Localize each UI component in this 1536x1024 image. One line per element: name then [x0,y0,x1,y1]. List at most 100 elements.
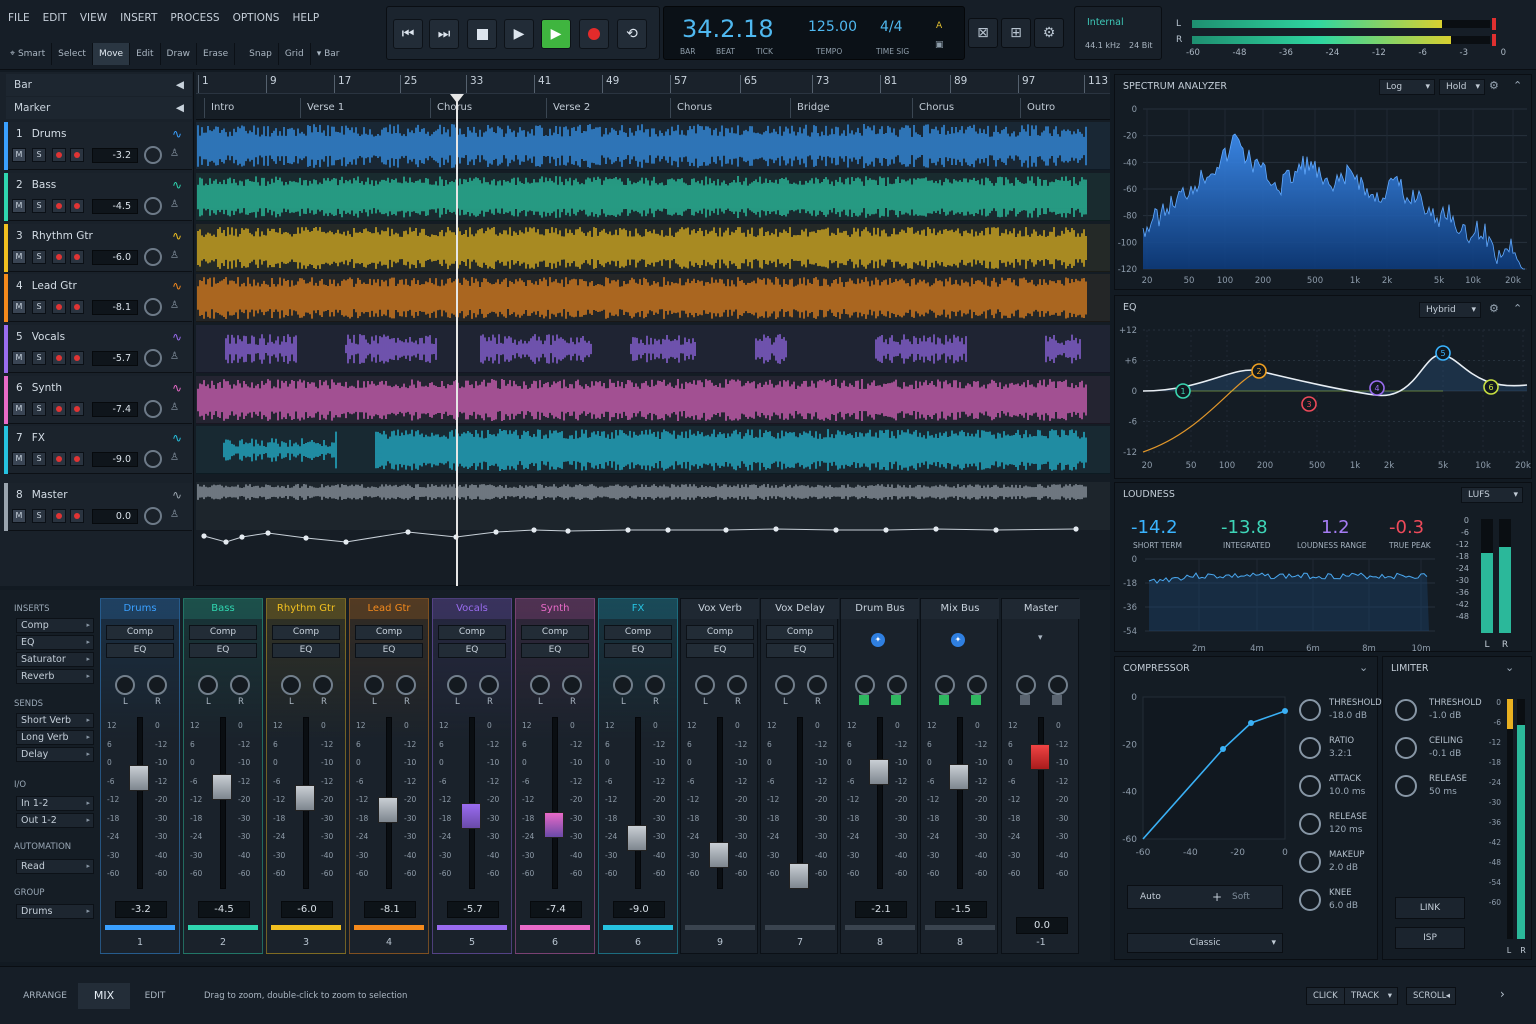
send-knob-l[interactable] [115,675,135,695]
bus-link-icon[interactable]: ✦ [951,633,965,647]
track-volume[interactable]: -6.0 [92,250,138,265]
output-select[interactable]: Out 1-2 ▸ [16,813,94,828]
strip-volume-value[interactable]: -7.4 [530,901,582,918]
pan-knob[interactable] [144,450,162,468]
metronome-icon[interactable]: ▣ [935,40,944,50]
input-monitor-icon[interactable]: ♙ [170,452,179,463]
insert-slot-reverb[interactable]: Reverb ▸ [16,669,94,684]
track-header[interactable]: 2 Bass ∿ M S -4.5 ♙ [4,173,192,221]
mute-button[interactable]: M [12,509,26,523]
eq-mode-select[interactable]: Hybrid ▾ [1419,302,1481,318]
fader-track[interactable] [137,717,143,889]
tempo-readout[interactable]: 125.00 [808,19,857,35]
send-knob-l[interactable] [775,675,795,695]
automation-point[interactable] [239,534,245,540]
automation-point[interactable] [625,527,631,533]
automation-point[interactable] [223,539,229,545]
collapse-icon[interactable]: ⌃ [1513,302,1522,315]
mute-button[interactable]: M [12,300,26,314]
solo-button[interactable]: S [32,250,46,264]
curve-point[interactable] [1282,708,1288,714]
solo-button[interactable]: S [32,300,46,314]
insert-eq[interactable]: EQ [355,643,423,658]
solo-button[interactable]: S [32,452,46,466]
loudness-unit-select[interactable]: LUFS ▾ [1461,487,1523,503]
monitor-button[interactable] [70,300,84,314]
fast-forward-button[interactable]: ⏭ [429,19,459,49]
strip-volume-value[interactable]: -5.7 [447,901,499,918]
insert-comp[interactable]: Comp [686,625,754,640]
track-lane[interactable] [196,224,1110,272]
monitor-button[interactable] [70,509,84,523]
pan-knob[interactable] [144,197,162,215]
input-monitor-icon[interactable]: ♙ [170,199,179,210]
eq-band-node[interactable]: 4 [1369,380,1385,396]
fader-handle[interactable] [949,763,969,790]
click-button[interactable]: CLICK [1306,987,1345,1005]
insert-slot-saturator[interactable]: Saturator ▸ [16,652,94,667]
section-marker[interactable]: Chorus [670,98,712,118]
tool-draw[interactable]: Draw [161,43,198,65]
fader-handle[interactable] [869,759,889,785]
solo-button[interactable]: S [32,199,46,213]
monitor-button[interactable] [70,199,84,213]
monitor-button[interactable] [70,402,84,416]
pan-knob[interactable] [144,248,162,266]
gear-icon[interactable]: ⚙ [1489,302,1499,315]
marker-lane[interactable]: Intro Verse 1 Chorus Verse 2 Chorus Bridge Cho… [196,94,1110,120]
fader-handle[interactable] [789,862,809,889]
track-lane[interactable] [196,376,1110,424]
track-lane[interactable] [196,325,1110,373]
fader-track[interactable] [635,717,641,889]
group-select[interactable]: Drums ▸ [16,904,94,919]
timeline-ruler[interactable]: 1 9 17 25 33 41 49 57 65 73 81 89 97 113 [196,72,1110,94]
fader-handle[interactable] [212,774,232,800]
automation-point[interactable] [531,527,537,533]
track-volume[interactable]: 0.0 [92,509,138,524]
strip-name[interactable]: FX [599,599,677,619]
spectrum-hold-select[interactable]: Hold ▾ [1439,79,1485,95]
strip-volume-value[interactable]: 0.0 [1016,917,1068,934]
fader-track[interactable] [552,717,558,889]
solo-button[interactable]: S [32,148,46,162]
solo-button[interactable]: S [32,509,46,523]
automation-point[interactable] [405,529,411,535]
insert-eq[interactable]: EQ [438,643,506,658]
track-header[interactable]: 4 Lead Gtr ∿ M S -8.1 ♙ [4,274,192,322]
menu-view[interactable]: VIEW [80,12,107,24]
tool-select[interactable]: Select [52,43,93,65]
bus-enable-button[interactable] [859,695,869,705]
sync-box[interactable]: Internal 44.1 kHz 24 Bit [1074,6,1162,60]
send-knob-r[interactable] [230,675,250,695]
mixer-view-button[interactable]: ⊠ [968,18,998,48]
section-marker[interactable]: Verse 1 [300,98,344,118]
curve-point[interactable] [1248,720,1254,726]
pan-knob[interactable] [144,298,162,316]
playhead[interactable] [450,94,464,586]
comp-threshold-knob[interactable] [1299,699,1321,721]
comp-release-knob[interactable] [1299,813,1321,835]
chevron-down-icon[interactable]: ⌄ [1505,661,1514,674]
monitor-button[interactable] [70,148,84,162]
eq-band-node[interactable]: 1 [1175,383,1191,399]
record-arm-button[interactable] [52,509,66,523]
track-name[interactable]: 8 Master [16,489,68,501]
insert-eq[interactable]: EQ [604,643,672,658]
strip-name[interactable]: Mix Bus [921,599,999,619]
spectrum-scale-select[interactable]: Log ▾ [1379,79,1435,95]
send-knob-r[interactable] [1048,675,1068,695]
input-monitor-icon[interactable]: ♙ [170,300,179,311]
bus-enable-button[interactable] [971,695,981,705]
send-knob-r[interactable] [396,675,416,695]
send-knob-r[interactable] [645,675,665,695]
section-marker[interactable]: Intro [204,98,234,118]
send-knob-r[interactable] [479,675,499,695]
send-knob-l[interactable] [281,675,301,695]
send-knob-r[interactable] [147,675,167,695]
limiter-threshold-knob[interactable] [1395,699,1417,721]
knee-mode-toggle[interactable]: Auto + Soft [1127,885,1283,909]
strip-name[interactable]: Master [1002,599,1080,619]
insert-comp[interactable]: Comp [438,625,506,640]
strip-volume-value[interactable]: -9.0 [613,901,665,918]
limiter-release-knob[interactable] [1395,775,1417,797]
